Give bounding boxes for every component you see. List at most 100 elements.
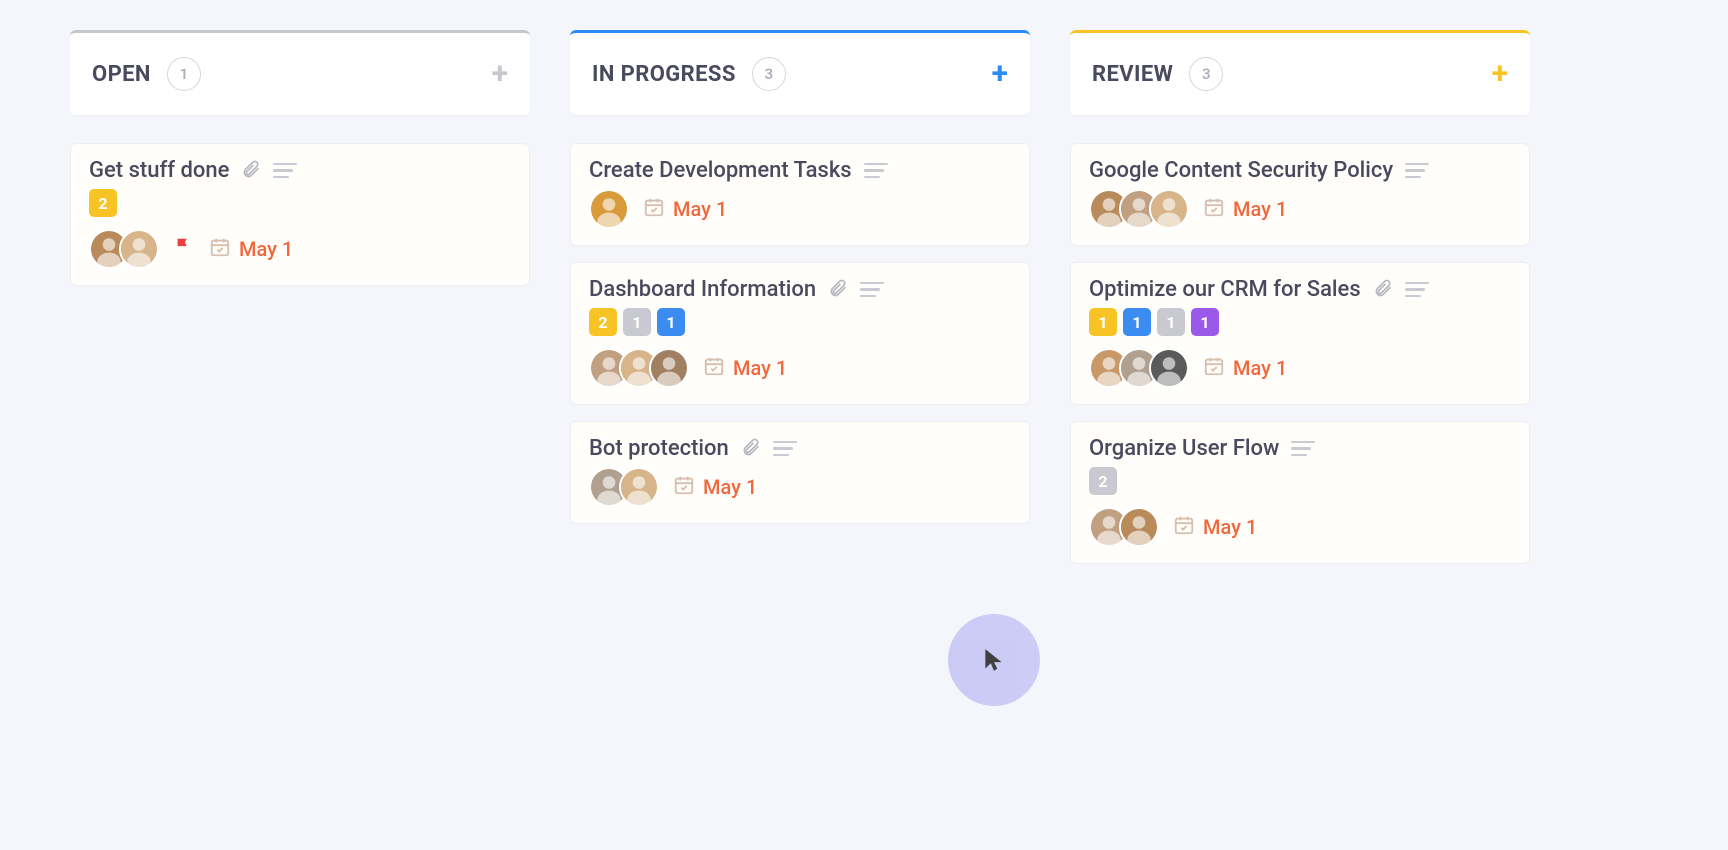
task-card[interactable]: Google Content Security Policy May 1 [1070,143,1530,246]
assignee-avatars[interactable] [589,348,689,388]
avatar[interactable] [1149,348,1189,388]
subtask-badge[interactable]: 1 [1123,308,1151,336]
avatar[interactable] [649,348,689,388]
badges-row: 211 [589,308,1011,336]
card-title: Get stuff done [89,158,229,183]
badges-row: 2 [89,189,511,217]
description-icon [1291,441,1315,456]
assignee-avatars[interactable] [1089,348,1189,388]
add-task-button[interactable]: + [1492,59,1508,89]
avatar[interactable] [589,189,629,229]
description-icon [860,282,884,297]
card-list: Create Development Tasks May 1 Dashboard I… [570,143,1030,524]
subtask-badge[interactable]: 1 [1157,308,1185,336]
calendar-icon [1173,514,1195,540]
card-bottom-row: May 1 [589,467,1011,507]
column-header[interactable]: OPEN 1 + [70,30,530,115]
subtask-badge[interactable]: 1 [623,308,651,336]
due-date[interactable]: May 1 [209,236,293,262]
column-title: REVIEW [1092,62,1173,87]
task-card[interactable]: Organize User Flow 2 May 1 [1070,421,1530,564]
card-title: Organize User Flow [1089,436,1279,461]
task-card[interactable]: Create Development Tasks May 1 [570,143,1030,246]
subtask-badge[interactable]: 2 [1089,467,1117,495]
avatar[interactable] [619,467,659,507]
card-bottom-row: May 1 [589,348,1011,388]
description-icon [273,163,297,178]
column-count: 3 [1189,57,1223,91]
card-title-row: Organize User Flow [1089,436,1511,461]
due-date-text: May 1 [673,197,727,221]
subtask-badge[interactable]: 1 [1191,308,1219,336]
column-title: OPEN [92,62,151,87]
card-title-row: Dashboard Information [589,277,1011,302]
assignee-avatars[interactable] [589,189,629,229]
card-bottom-row: May 1 [1089,189,1511,229]
due-date-text: May 1 [239,237,293,261]
column-count: 3 [752,57,786,91]
column-header[interactable]: IN PROGRESS 3 + [570,30,1030,115]
badges-row: 2 [1089,467,1511,495]
due-date[interactable]: May 1 [703,355,787,381]
calendar-icon [1203,355,1225,381]
due-date-text: May 1 [703,475,757,499]
card-title-row: Bot protection [589,436,1011,461]
column-in-progress: IN PROGRESS 3 + Create Development Tasks May… [570,30,1030,564]
card-title: Create Development Tasks [589,158,852,183]
add-task-button[interactable]: + [992,59,1008,89]
card-bottom-row: May 1 [589,189,1011,229]
card-list: Google Content Security PolicyMay 1Optim… [1070,143,1530,564]
column-title: IN PROGRESS [592,62,736,87]
assignee-avatars[interactable] [1089,189,1189,229]
description-icon [1405,163,1429,178]
card-bottom-row: May 1 [89,229,511,269]
description-icon [773,441,797,456]
due-date-text: May 1 [1233,197,1287,221]
due-date[interactable]: May 1 [673,474,757,500]
task-card[interactable]: Dashboard Information211May 1 [570,262,1030,405]
due-date[interactable]: May 1 [1203,196,1287,222]
due-date-text: May 1 [733,356,787,380]
kanban-board: OPEN 1 + Get stuff done 2 May 1 IN PROGRESS 3 + C… [0,0,1728,594]
avatar[interactable] [1119,507,1159,547]
avatar[interactable] [1149,189,1189,229]
task-card[interactable]: Optimize our CRM for Sales1111May 1 [1070,262,1530,405]
subtask-badge[interactable]: 2 [89,189,117,217]
subtask-badge[interactable]: 1 [657,308,685,336]
subtask-badge[interactable]: 1 [1089,308,1117,336]
attachment-icon [1373,278,1393,302]
assignee-avatars[interactable] [589,467,659,507]
due-date[interactable]: May 1 [1173,514,1257,540]
task-card[interactable]: Get stuff done 2 May 1 [70,143,530,286]
card-title: Google Content Security Policy [1089,158,1393,183]
calendar-icon [1203,196,1225,222]
avatar[interactable] [119,229,159,269]
task-card[interactable]: Bot protection May 1 [570,421,1030,524]
due-date[interactable]: May 1 [1203,355,1287,381]
badges-row: 1111 [1089,308,1511,336]
cursor-indicator [948,614,1040,706]
card-bottom-row: May 1 [1089,348,1511,388]
column-header[interactable]: REVIEW 3 + [1070,30,1530,115]
add-task-button[interactable]: + [492,59,508,89]
card-title-row: Google Content Security Policy [1089,158,1511,183]
column-count: 1 [167,57,201,91]
card-title: Bot protection [589,436,729,461]
card-title-row: Get stuff done [89,158,511,183]
priority-flag-icon[interactable] [173,236,195,262]
calendar-icon [209,236,231,262]
due-date-text: May 1 [1203,515,1257,539]
card-title: Dashboard Information [589,277,816,302]
subtask-badge[interactable]: 2 [589,308,617,336]
description-icon [1405,282,1429,297]
attachment-icon [741,437,761,461]
calendar-icon [643,196,665,222]
assignee-avatars[interactable] [89,229,159,269]
column-review: REVIEW 3 + Google Content Security Policy Ma… [1070,30,1530,564]
card-title-row: Create Development Tasks [589,158,1011,183]
assignee-avatars[interactable] [1089,507,1159,547]
card-bottom-row: May 1 [1089,507,1511,547]
attachment-icon [241,159,261,183]
description-icon [864,163,888,178]
due-date[interactable]: May 1 [643,196,727,222]
